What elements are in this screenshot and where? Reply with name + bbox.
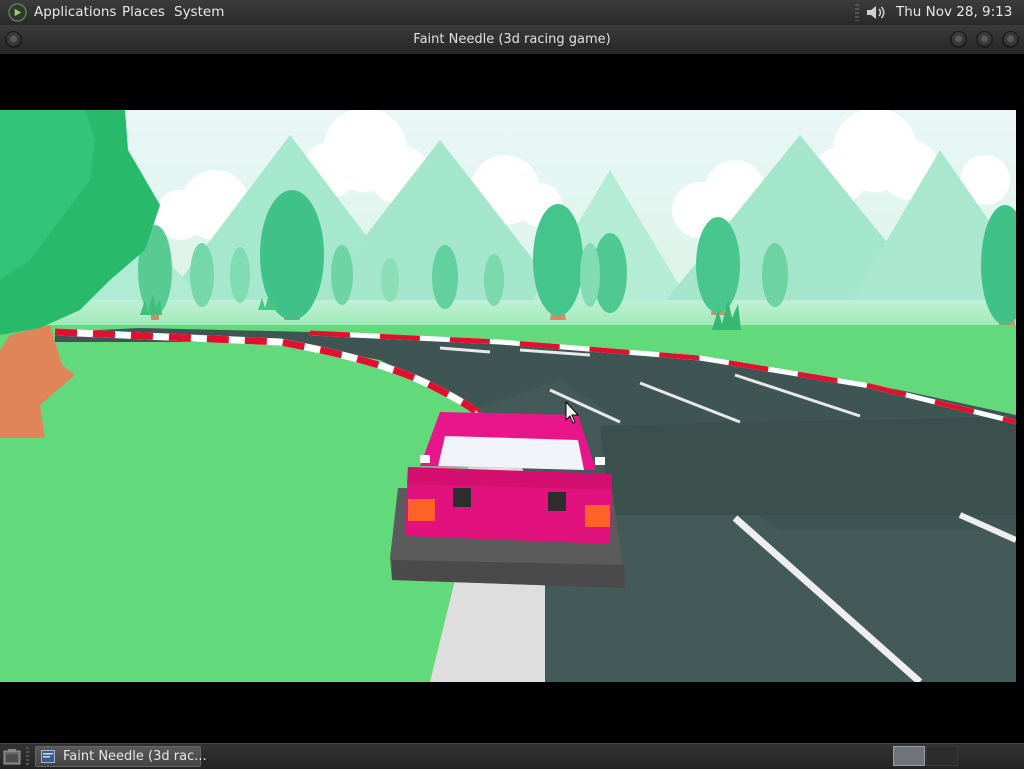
menu-applications[interactable]: Applications — [34, 0, 116, 25]
show-desktop-icon[interactable] — [3, 748, 21, 765]
taskbar-task-faint-needle[interactable]: Faint Needle (3d rac... — [35, 746, 207, 767]
maximize-button[interactable] — [976, 31, 993, 48]
menu-places[interactable]: Places — [122, 0, 165, 25]
volume-icon[interactable] — [864, 3, 888, 22]
task-separator — [26, 747, 29, 766]
bottom-panel: Faint Needle (3d rac... — [0, 743, 1024, 769]
workspace-switcher-1[interactable] — [893, 746, 925, 766]
minimize-button[interactable] — [950, 31, 967, 48]
window-title: Faint Needle (3d racing game) — [413, 32, 611, 47]
clock[interactable]: Thu Nov 28, 9:13 PM — [896, 0, 1024, 45]
game-viewport[interactable] — [0, 110, 1016, 682]
workspace-switcher-2[interactable] — [926, 746, 958, 766]
menu-system[interactable]: System — [174, 0, 224, 25]
game-window-icon — [41, 750, 55, 763]
window-titlebar[interactable]: Faint Needle (3d racing game) — [0, 25, 1024, 54]
tray-separator — [855, 4, 859, 21]
taskbar-task-label: Faint Needle (3d rac... — [63, 749, 207, 764]
close-button[interactable] — [1002, 31, 1019, 48]
top-panel: Applications Places System Thu Nov 28, 9… — [0, 0, 1024, 45]
game-scene — [0, 110, 1016, 682]
distro-icon[interactable] — [8, 3, 27, 22]
